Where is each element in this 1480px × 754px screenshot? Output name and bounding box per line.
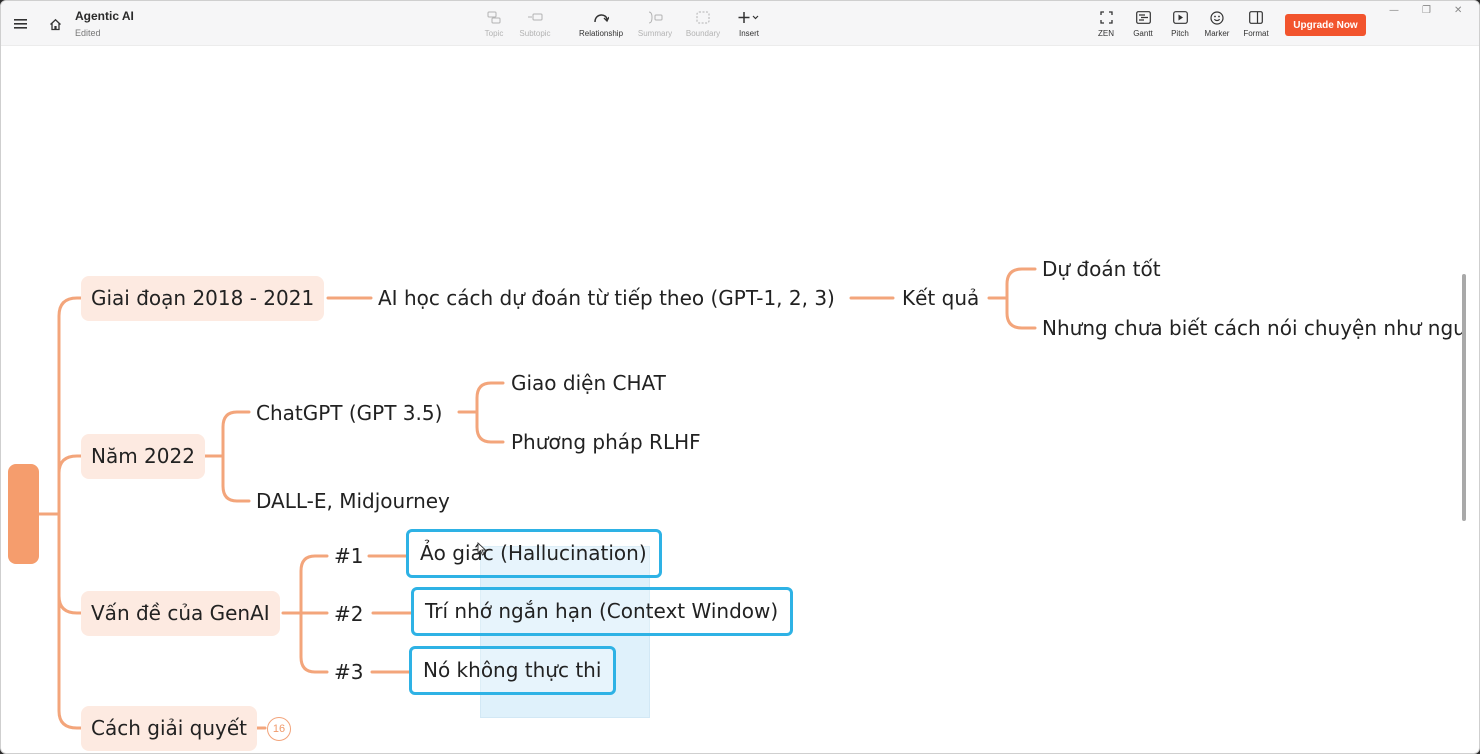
- collapsed-count-badge[interactable]: 16: [267, 717, 291, 741]
- toolbar: Agentic AI Edited Topic Subtopic Relatio…: [1, 1, 1479, 46]
- topic-ai-hoc-du-doan[interactable]: AI học cách dự đoán từ tiếp theo (GPT-1,…: [378, 286, 835, 310]
- save-status: Edited: [75, 28, 101, 38]
- app-window: Agentic AI Edited Topic Subtopic Relatio…: [0, 0, 1480, 754]
- topic-cach-giai-quyet[interactable]: Cách giải quyết: [81, 706, 258, 751]
- insert-button[interactable]: Insert: [721, 11, 777, 38]
- restore-icon[interactable]: ❐: [1422, 5, 1431, 16]
- subtopic-label: Subtopic: [519, 29, 551, 38]
- format-button[interactable]: Format: [1228, 11, 1284, 38]
- cursor-icon: [477, 541, 487, 559]
- relationship-label: Relationship: [578, 29, 624, 38]
- topic-tri-nho-ngan-han[interactable]: Trí nhớ ngắn hạn (Context Window): [411, 587, 794, 636]
- insert-label: Insert: [738, 29, 759, 38]
- mindmap-canvas[interactable]: Giai đoạn 2018 - 2021 AI học cách dự đoá…: [1, 46, 1479, 753]
- topic-giai-doan-2018-2021[interactable]: Giai đoạn 2018 - 2021: [81, 276, 325, 321]
- topic-chua-biet-noi-chuyen[interactable]: Nhưng chưa biết cách nói chuyện như ngu: [1042, 316, 1466, 340]
- close-icon[interactable]: ✕: [1454, 5, 1462, 16]
- topic-dall-e-midjourney[interactable]: DALL-E, Midjourney: [256, 489, 450, 513]
- topic-ao-giac[interactable]: Ảo giác (Hallucination): [406, 529, 662, 578]
- insert-icon: [721, 11, 777, 27]
- central-topic[interactable]: [8, 464, 39, 564]
- topic-number-2[interactable]: #2: [334, 602, 363, 626]
- format-label: Format: [1243, 29, 1269, 38]
- topic-number-1[interactable]: #1: [334, 544, 363, 568]
- subtopic-icon: [507, 11, 563, 27]
- minimize-icon[interactable]: —: [1389, 5, 1399, 16]
- topic-chatgpt[interactable]: ChatGPT (GPT 3.5): [256, 401, 442, 425]
- topic-no-khong-thuc-thi[interactable]: Nó không thực thi: [409, 646, 617, 695]
- topic-van-de-genai[interactable]: Vấn đề của GenAI: [81, 591, 280, 636]
- branch-connectors: [37, 267, 1037, 730]
- relationship-icon: [573, 11, 629, 27]
- vertical-scrollbar[interactable]: [1462, 274, 1466, 521]
- menu-icon[interactable]: [14, 15, 27, 34]
- home-icon[interactable]: [49, 16, 62, 35]
- subtopic-button[interactable]: Subtopic: [507, 11, 563, 38]
- relationship-button[interactable]: Relationship: [573, 11, 629, 38]
- topic-giao-dien-chat[interactable]: Giao diện CHAT: [511, 371, 666, 395]
- topic-ket-qua[interactable]: Kết quả: [902, 286, 979, 310]
- document-title[interactable]: Agentic AI: [75, 9, 134, 23]
- topic-number-3[interactable]: #3: [334, 660, 363, 684]
- format-icon: [1228, 11, 1284, 27]
- topic-du-doan-tot[interactable]: Dự đoán tốt: [1042, 257, 1161, 281]
- upgrade-button[interactable]: Upgrade Now: [1285, 14, 1366, 36]
- topic-nam-2022[interactable]: Năm 2022: [81, 434, 205, 479]
- topic-phuong-phap-rlhf[interactable]: Phương pháp RLHF: [511, 430, 701, 454]
